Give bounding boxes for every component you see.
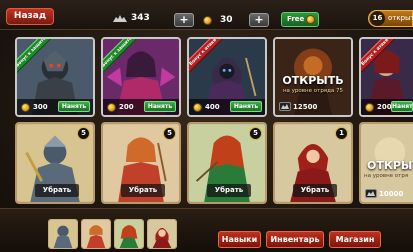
unlock-title: ОТКРЫТЬ (367, 159, 413, 172)
coin-icon (21, 102, 30, 112)
team-thumb[interactable] (147, 219, 177, 249)
counter-value: 16 (370, 11, 385, 26)
hire-card[interactable]: Бонус к атаке 200 Нанять (359, 37, 413, 117)
hire-card[interactable]: Бонус к атаке 400 Нанять (187, 37, 267, 117)
level-badge: 5 (163, 127, 176, 140)
shop-button[interactable]: Магазин (329, 231, 381, 248)
coins-display: 30 (203, 15, 233, 25)
unlock-cost: 12500 (279, 102, 317, 111)
unlock-cost-value: 10000 (379, 189, 404, 198)
team-slot[interactable]: 5 Убрать (15, 122, 95, 204)
coin-icon (203, 15, 212, 25)
hire-button[interactable]: Нанять (230, 101, 262, 112)
back-button[interactable]: Назад (6, 8, 54, 25)
locked-team-slot[interactable]: ОТКРЫТЬ на уровне отря 10000 (359, 122, 413, 204)
coin-icon (107, 102, 116, 112)
coin-icon (193, 102, 202, 112)
hire-card[interactable]: Бонус к защите 300 Нанять (15, 37, 95, 117)
troops-display: 343 (112, 13, 150, 23)
skills-button[interactable]: Навыки (218, 231, 261, 248)
remove-button[interactable]: Убрать (293, 184, 337, 197)
free-coins-button[interactable]: Free (281, 12, 319, 27)
team-slot[interactable]: 5 Убрать (187, 122, 267, 204)
hire-button[interactable]: Нанять (58, 101, 90, 112)
hire-cost: 300 (33, 103, 48, 111)
unlock-cost: 10000 (365, 189, 403, 198)
level-badge: 5 (77, 127, 90, 140)
team-slot[interactable]: 1 Убрать (273, 122, 353, 204)
troops-icon (112, 14, 128, 23)
level-badge: 5 (249, 127, 262, 140)
remove-button[interactable]: Убрать (207, 184, 251, 197)
unlock-subtitle: на уровне отря (364, 173, 409, 179)
free-label: Free (287, 15, 305, 23)
hire-card[interactable]: Бонус к защите 200 Нанять (101, 37, 181, 117)
inventory-button[interactable]: Инвентарь (266, 231, 324, 248)
coins-count: 30 (220, 15, 233, 25)
team-thumb[interactable] (114, 219, 144, 249)
unlock-title: ОТКРЫТЬ (282, 74, 344, 87)
level-badge: 1 (335, 127, 348, 140)
team-slot[interactable]: 5 Убрать (101, 122, 181, 204)
unlock-subtitle: на уровне отряда 75 (282, 88, 344, 94)
troops-count: 343 (131, 13, 150, 23)
hire-cost: 200 (119, 103, 134, 111)
hire-button[interactable]: Нанять (391, 101, 413, 112)
remove-button[interactable]: Убрать (35, 184, 79, 197)
hire-cost: 400 (205, 103, 220, 111)
team-thumb[interactable] (81, 219, 111, 249)
hire-cost: 200 (377, 103, 392, 111)
counter-label: открыть (388, 14, 413, 22)
add-coins-button[interactable]: + (249, 13, 269, 27)
hire-button[interactable]: Нанять (144, 101, 176, 112)
locked-hire-card[interactable]: ОТКРЫТЬ на уровне отряда 75 12500 (273, 37, 353, 117)
coin-icon (365, 102, 374, 112)
add-troops-button[interactable]: + (174, 13, 194, 27)
troops-icon (365, 189, 377, 198)
coin-icon (306, 15, 315, 24)
unlock-cost-value: 12500 (293, 102, 318, 111)
troops-icon (279, 102, 291, 111)
team-thumb[interactable] (48, 219, 78, 249)
remove-button[interactable]: Убрать (121, 184, 165, 197)
